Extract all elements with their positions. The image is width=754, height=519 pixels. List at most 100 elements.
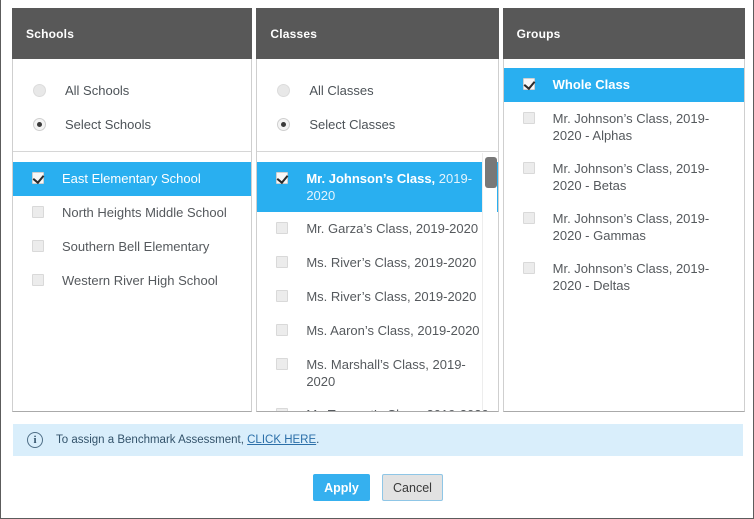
schools-column-header: Schools [12,8,253,59]
schools-column: Schools All Schools Select Schools East … [12,8,253,412]
checkbox-icon-checked[interactable] [32,172,44,184]
checkbox-icon[interactable] [522,162,535,174]
list-item[interactable]: Mr. Johnson’s Class, 2019-2020 - Deltas [504,252,744,302]
list-item-name: Ms. River’s Class, [306,289,411,304]
schools-column-body: All Schools Select Schools East Elementa… [12,59,253,412]
list-item-year: 2019-2020 [410,255,477,270]
radio-all-classes-label: All Classes [309,82,374,98]
list-item[interactable]: Mr. Johnson’s Class, 2019-2020 [257,162,498,212]
info-circle-icon: i [27,432,43,448]
list-item-name: Mr. Johnson’s Class, [552,211,673,226]
list-item-name: Ms. Aaron’s Class, [306,323,414,338]
list-item-name: Mr. Tennant’s Class, [306,407,423,411]
schools-list[interactable]: East Elementary School North Heights Mid… [13,153,252,411]
checkbox-icon[interactable] [276,222,289,234]
classes-column: Classes All Classes Select Classes Mr. J… [256,8,499,412]
checkbox-icon[interactable] [522,212,535,224]
list-item-label: Mr. Johnson’s Class, 2019-2020 - Alphas [553,110,736,144]
groups-list[interactable]: Whole Class Mr. Johnson’s Class, 2019-20… [503,59,744,411]
groups-column-header: Groups [502,8,745,59]
list-item[interactable]: Mr. Johnson’s Class, 2019-2020 - Gammas [504,202,744,252]
checkbox-icon[interactable] [522,112,535,124]
list-item-label: Whole Class [553,76,736,93]
info-text-before: To assign a Benchmark Assessment, [56,434,248,446]
groups-column-body: Whole Class Mr. Johnson’s Class, 2019-20… [502,59,745,412]
list-item-year: 2019-2020 [410,289,477,304]
checkbox-icon[interactable] [32,274,44,286]
checkbox-icon[interactable] [276,324,289,336]
radio-select-schools[interactable]: Select Schools [13,107,251,141]
radio-all-schools-label: All Schools [65,82,130,98]
checkbox-icon[interactable] [276,256,289,268]
list-item-label: Mr. Tennant’s Class, 2019-2020 [306,406,489,411]
radio-select-schools-label: Select Schools [65,116,151,132]
info-text-after: . [316,434,320,446]
checkbox-icon[interactable] [276,290,289,302]
radio-icon-select-schools[interactable] [33,117,46,131]
radio-all-classes[interactable]: All Classes [257,73,497,107]
radio-icon-all-schools[interactable] [33,83,46,97]
list-item-name: Whole Class [552,77,630,92]
list-item[interactable]: Ms. Marshall’s Class, 2019-2020 [257,348,497,398]
checkbox-icon-checked[interactable] [522,78,535,90]
list-item-label: Mr. Garza’s Class, 2019-2020 [306,220,489,237]
radio-select-classes-label: Select Classes [309,116,396,132]
list-item-label: North Heights Middle School [62,205,227,220]
list-item[interactable]: Mr. Tennant’s Class, 2019-2020 [257,398,497,411]
checkbox-icon[interactable] [522,262,535,274]
radio-icon-all-classes[interactable] [277,83,291,97]
list-item-name: Mr. Garza’s Class, [306,221,413,236]
list-item-label: Ms. River’s Class, 2019-2020 [306,254,489,271]
apply-button[interactable]: Apply [313,474,370,501]
columns-container: Schools All Schools Select Schools East … [12,8,745,412]
list-item[interactable]: East Elementary School [13,162,252,196]
selection-dialog: Schools All Schools Select Schools East … [0,0,754,519]
list-item-label: Mr. Johnson’s Class, 2019-2020 - Gammas [553,210,736,244]
scrollbar-thumb[interactable] [484,157,497,188]
list-item-label: East Elementary School [62,171,201,186]
list-item[interactable]: North Heights Middle School [13,196,251,230]
list-item-year: 2019-2020 [413,323,480,338]
list-item[interactable]: Whole Class [503,68,744,102]
list-item[interactable]: Mr. Johnson’s Class, 2019-2020 - Betas [504,152,744,202]
groups-column: Groups Whole Class Mr. Johnson’s Class, … [502,8,745,412]
checkbox-icon[interactable] [276,358,289,370]
radio-select-classes[interactable]: Select Classes [257,107,497,141]
dialog-button-row: Apply Cancel [1,474,754,501]
list-item-label: Western River High School [62,273,218,288]
cancel-button[interactable]: Cancel [382,474,443,501]
radio-icon-select-classes[interactable] [277,117,291,131]
list-item[interactable]: Mr. Garza’s Class, 2019-2020 [257,212,497,246]
checkbox-icon-checked[interactable] [276,172,289,184]
list-item-label: Ms. River’s Class, 2019-2020 [306,288,489,305]
click-here-link[interactable]: CLICK HERE [247,434,316,446]
list-item-label: Mr. Johnson’s Class, 2019-2020 - Betas [553,160,736,194]
list-item-label: Mr. Johnson’s Class, 2019-2020 - Deltas [553,260,736,294]
list-item-name: Mr. Johnson’s Class, [306,171,436,186]
vertical-scrollbar[interactable] [481,153,497,410]
schools-radio-group: All Schools Select Schools [13,59,252,152]
list-item[interactable]: Western River High School [13,264,251,298]
classes-list[interactable]: Mr. Johnson’s Class, 2019-2020 Mr. Garza… [257,153,498,411]
list-item[interactable]: Ms. River’s Class, 2019-2020 [257,280,497,314]
list-item-name: Mr. Johnson’s Class, [552,161,673,176]
list-item[interactable]: Mr. Johnson’s Class, 2019-2020 - Alphas [504,102,744,152]
list-item-name: Ms. River’s Class, [306,255,411,270]
radio-all-schools[interactable]: All Schools [13,73,251,107]
list-item-year: 2019-2020 [412,221,479,236]
checkbox-icon[interactable] [32,206,44,218]
list-item[interactable]: Ms. Aaron’s Class, 2019-2020 [257,314,497,348]
info-banner: i To assign a Benchmark Assessment, CLIC… [13,424,743,456]
list-item-year: 2019-2020 [423,407,489,411]
list-item-name: Mr. Johnson’s Class, [552,261,673,276]
classes-radio-group: All Classes Select Classes [257,59,498,152]
info-banner-text: To assign a Benchmark Assessment, CLICK … [56,434,319,446]
classes-column-header: Classes [256,8,499,59]
list-item[interactable]: Ms. River’s Class, 2019-2020 [257,246,497,280]
classes-column-body: All Classes Select Classes Mr. Johnson’s… [256,59,499,412]
list-item-label: Ms. Marshall’s Class, 2019-2020 [306,356,489,390]
checkbox-icon[interactable] [32,240,44,252]
list-item-name: Ms. Marshall’s Class, [306,357,429,372]
checkbox-icon[interactable] [276,408,289,411]
list-item[interactable]: Southern Bell Elementary [13,230,251,264]
